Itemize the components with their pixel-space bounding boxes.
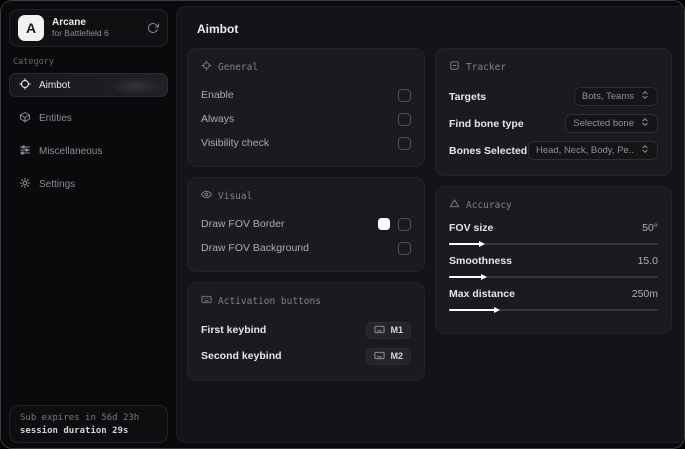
setting-row: First keybind M1	[201, 318, 411, 342]
sidebar-item-label: Settings	[39, 178, 76, 190]
setting-row: Find bone type Selected bone	[449, 111, 658, 136]
app-window: A Arcane for Battlefield 6 Category Aimb…	[0, 0, 685, 449]
card-title: Visual	[218, 190, 253, 202]
setting-label: Visibility check	[201, 137, 270, 149]
page-title: Aimbot	[197, 22, 239, 36]
scan-icon	[201, 60, 212, 74]
second-keybind-button[interactable]: M2	[366, 347, 411, 365]
card-title: General	[218, 61, 259, 73]
setting-label: Draw FOV Background	[201, 242, 309, 254]
max-distance-group: Max distance 250m	[449, 288, 658, 313]
sidebar-item-settings[interactable]: Settings	[9, 172, 168, 196]
setting-label: Bones Selected	[449, 144, 528, 157]
enable-checkbox[interactable]	[398, 88, 411, 102]
setting-label: First keybind	[201, 324, 267, 336]
select-value: Head, Neck, Body, Pe..	[535, 145, 634, 156]
sidebar-nav: Aimbot Entities Miscellaneous Settings	[1, 73, 176, 196]
setting-row: Visibility check	[201, 132, 411, 154]
fov-size-group: FOV size 50°	[449, 222, 658, 247]
subscription-card: Sub expires in 56d 23h session duration …	[9, 405, 168, 443]
brand-card: A Arcane for Battlefield 6	[9, 9, 168, 47]
chevrons-up-down-icon	[640, 144, 650, 157]
smoothness-slider[interactable]	[449, 273, 658, 280]
square-minus-icon	[449, 60, 460, 74]
keyboard-icon	[201, 294, 212, 308]
fov-size-slider[interactable]	[449, 240, 658, 247]
triangle-icon	[449, 198, 460, 212]
accuracy-card: Accuracy FOV size 50° Smoothness 15.0 Ma…	[435, 186, 672, 334]
first-keybind-button[interactable]: M1	[366, 321, 411, 339]
category-label: Category	[13, 57, 54, 67]
slider-label: Max distance	[449, 288, 515, 300]
draw-fov-border-checkbox[interactable]	[398, 217, 411, 231]
setting-row: Targets Bots, Teams	[449, 84, 658, 109]
setting-label: Draw FOV Border	[201, 218, 285, 230]
keybind-value: M1	[390, 325, 403, 335]
find-bone-type-select[interactable]: Selected bone	[565, 114, 658, 133]
keyboard-icon	[374, 350, 386, 363]
slider-value: 250m	[631, 288, 658, 300]
keyboard-icon	[374, 324, 386, 337]
sidebar-item-label: Aimbot	[39, 79, 71, 91]
visual-card: Visual Draw FOV Border Draw FOV Backgrou…	[187, 177, 425, 272]
slider-fill[interactable]	[449, 306, 500, 313]
smoothness-group: Smoothness 15.0	[449, 255, 658, 280]
setting-row: Enable	[201, 84, 411, 106]
session-duration-text: session duration 29s	[20, 426, 129, 436]
keybind-value: M2	[390, 351, 403, 361]
setting-row: Second keybind M2	[201, 344, 411, 368]
slider-value: 15.0	[637, 255, 658, 267]
select-value: Bots, Teams	[581, 91, 634, 102]
fov-border-color-swatch[interactable]	[378, 218, 390, 230]
sidebar-item-label: Entities	[39, 112, 72, 124]
sub-expiry-text: Sub expires in 56d 23h	[20, 413, 140, 423]
sliders-icon	[19, 144, 31, 159]
entities-icon	[19, 111, 31, 126]
setting-row: Draw FOV Border	[201, 213, 411, 235]
gear-icon	[19, 177, 31, 192]
setting-row: Always	[201, 108, 411, 130]
card-title: Activation buttons	[218, 295, 321, 307]
main-panel: Aimbot General Enable Always Visibility …	[176, 6, 684, 443]
tracker-card: Tracker Targets Bots, Teams Find bone ty…	[435, 48, 672, 176]
select-value: Selected bone	[573, 118, 634, 129]
sidebar-item-entities[interactable]: Entities	[9, 106, 168, 130]
setting-label: Targets	[449, 90, 487, 103]
chevrons-up-down-icon	[640, 117, 650, 130]
app-subtitle: for Battlefield 6	[52, 27, 109, 38]
slider-fill[interactable]	[449, 240, 486, 247]
setting-label: Enable	[201, 89, 234, 101]
sidebar-item-label: Miscellaneous	[39, 145, 103, 157]
slider-label: FOV size	[449, 222, 494, 234]
setting-label: Second keybind	[201, 350, 282, 362]
card-title: Accuracy	[466, 199, 512, 211]
sidebar-item-miscellaneous[interactable]: Miscellaneous	[9, 139, 168, 163]
setting-label: Always	[201, 113, 235, 125]
app-logo: A	[18, 15, 44, 41]
setting-row: Draw FOV Background	[201, 237, 411, 259]
card-title: Tracker	[466, 61, 507, 73]
max-distance-slider[interactable]	[449, 306, 658, 313]
sidebar: A Arcane for Battlefield 6 Category Aimb…	[1, 1, 176, 448]
targets-select[interactable]: Bots, Teams	[573, 87, 658, 106]
general-card: General Enable Always Visibility check	[187, 48, 425, 167]
slider-value: 50°	[642, 222, 658, 234]
eye-icon	[201, 189, 212, 203]
slider-fill[interactable]	[449, 273, 488, 280]
draw-fov-background-checkbox[interactable]	[398, 241, 411, 255]
setting-label: Find bone type	[449, 117, 524, 130]
activation-buttons-card: Activation buttons First keybind M1 Seco…	[187, 282, 425, 381]
crosshair-icon	[19, 77, 31, 93]
chevrons-up-down-icon	[640, 90, 650, 103]
setting-row: Bones Selected Head, Neck, Body, Pe..	[449, 138, 658, 163]
refresh-icon[interactable]	[147, 22, 159, 34]
always-checkbox[interactable]	[398, 112, 411, 126]
sidebar-item-aimbot[interactable]: Aimbot	[9, 73, 168, 97]
slider-label: Smoothness	[449, 255, 513, 267]
visibility-check-checkbox[interactable]	[398, 136, 411, 150]
bones-selected-select[interactable]: Head, Neck, Body, Pe..	[527, 141, 658, 160]
